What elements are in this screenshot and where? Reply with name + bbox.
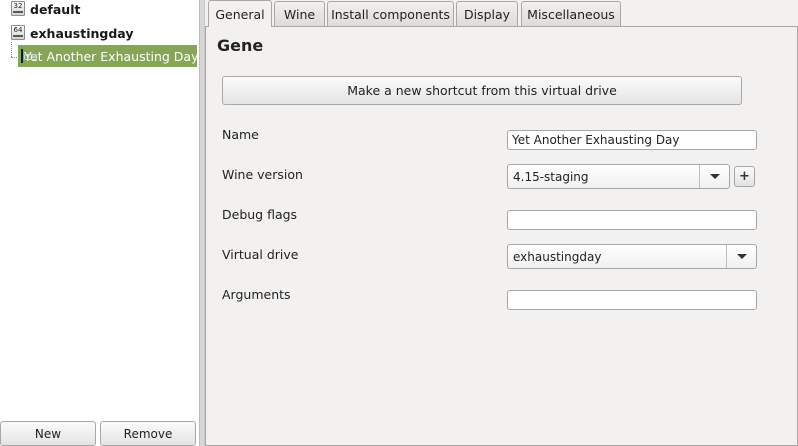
- plus-icon: +: [739, 169, 750, 184]
- tab-install-components[interactable]: Install components: [327, 1, 454, 26]
- wine-version-select[interactable]: 4.15-staging: [507, 164, 730, 189]
- tree-item-exhaustingday[interactable]: 64 exhaustingday: [0, 24, 200, 44]
- virtual-drive-value: exhaustingday: [513, 249, 602, 264]
- debug-flags-field[interactable]: [507, 210, 757, 230]
- new-button[interactable]: New: [0, 421, 96, 446]
- chevron-down-icon[interactable]: [699, 165, 729, 188]
- prefix-label: default: [30, 2, 81, 17]
- prefix-label: exhaustingday: [30, 26, 134, 41]
- arch-64-icon: 64: [11, 25, 25, 40]
- tab-miscellaneous[interactable]: Miscellaneous: [521, 1, 621, 26]
- add-wine-version-button[interactable]: +: [734, 166, 755, 187]
- virtual-drive-select[interactable]: exhaustingday: [507, 244, 757, 269]
- make-shortcut-button[interactable]: Make a new shortcut from this virtual dr…: [222, 76, 742, 105]
- general-tab-panel: Gene Make a new shortcut from this virtu…: [205, 26, 798, 446]
- arguments-field[interactable]: [507, 290, 757, 310]
- tab-display[interactable]: Display: [456, 1, 518, 26]
- game-shortcut-icon: [21, 49, 37, 63]
- prefix-tree-pane: 32 default 64 exhaustingday Yet Another …: [0, 0, 200, 446]
- shortcut-label: Yet Another Exhausting Day: [24, 48, 199, 64]
- prefix-tree[interactable]: 32 default 64 exhaustingday Yet Another …: [0, 0, 200, 418]
- name-field[interactable]: Yet Another Exhausting Day: [507, 130, 757, 150]
- section-title: Gene: [217, 36, 264, 55]
- wine-version-value: 4.15-staging: [513, 169, 589, 184]
- tab-bar: General Wine Install components Display …: [205, 0, 798, 27]
- settings-pane: General Wine Install components Display …: [205, 0, 798, 446]
- tree-connector: [11, 42, 12, 57]
- chevron-down-icon[interactable]: [726, 245, 756, 268]
- arguments-label: Arguments: [222, 287, 291, 302]
- tab-wine[interactable]: Wine: [274, 1, 325, 26]
- name-label: Name: [222, 127, 259, 142]
- tree-buttons: New Remove: [0, 420, 200, 446]
- virtual-drive-label: Virtual drive: [222, 247, 299, 262]
- debug-flags-label: Debug flags: [222, 207, 298, 222]
- arch-32-icon: 32: [11, 1, 25, 16]
- tree-item-default[interactable]: 32 default: [0, 0, 200, 20]
- tree-item-shortcut[interactable]: Yet Another Exhausting Day: [18, 45, 199, 67]
- wine-version-label: Wine version: [222, 167, 303, 182]
- tab-general[interactable]: General: [208, 0, 272, 27]
- remove-button[interactable]: Remove: [100, 421, 196, 446]
